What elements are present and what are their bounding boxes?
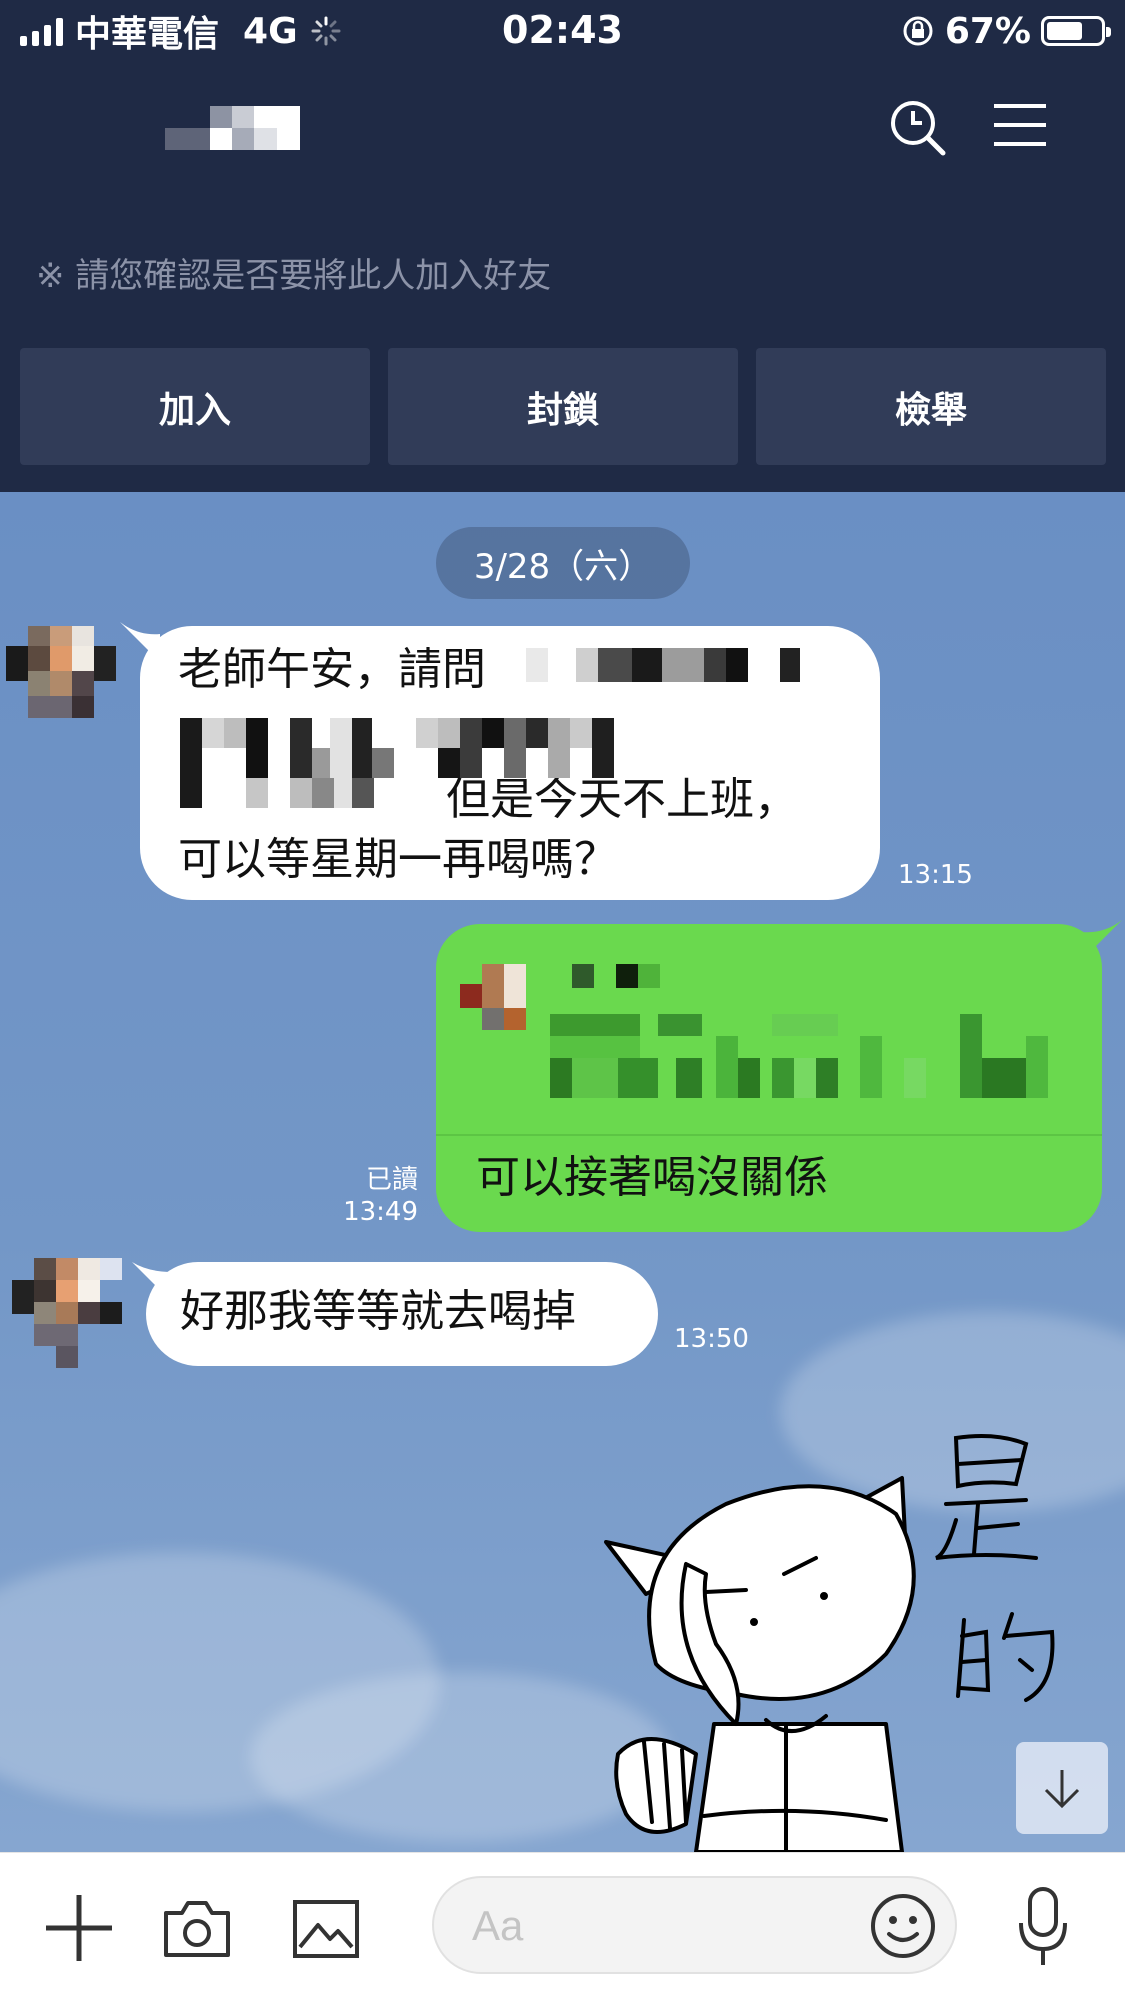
- message-time: 13:49: [343, 1197, 418, 1227]
- incoming-message[interactable]: 好那我等等就去喝掉: [132, 1262, 658, 1366]
- search-icon[interactable]: [888, 98, 948, 158]
- raccoon-sticker[interactable]: 是: [586, 1424, 1086, 1852]
- status-bar: 中華電信 4G 02:43 67%: [0, 0, 1125, 62]
- microphone-icon[interactable]: [1016, 1885, 1070, 1969]
- rotation-lock-icon: [903, 16, 933, 46]
- add-friend-button[interactable]: 加入: [20, 348, 370, 465]
- date-separator: 3/28（六）: [436, 527, 690, 599]
- camera-icon[interactable]: [162, 1897, 232, 1959]
- read-label: 已讀: [365, 1165, 418, 1195]
- message-input[interactable]: [470, 1892, 834, 1960]
- emoji-icon[interactable]: [869, 1892, 937, 1960]
- bubble-tail: [132, 1262, 172, 1302]
- arrow-down-icon: [1044, 1770, 1080, 1809]
- message-time: 13:15: [898, 860, 973, 890]
- block-button[interactable]: 封鎖: [388, 348, 738, 465]
- message-input-bar: [0, 1852, 1125, 2002]
- outgoing-message[interactable]: 可以接著喝沒關係: [436, 920, 1122, 1232]
- message-time: 13:50: [674, 1324, 749, 1354]
- avatar[interactable]: [12, 1258, 122, 1368]
- message-input-container[interactable]: [432, 1876, 957, 1974]
- reply-quote-redacted: [436, 924, 1102, 1136]
- image-icon[interactable]: [292, 1899, 360, 1959]
- message-line: 但是今天不上班，: [446, 774, 798, 825]
- message-text: 可以接著喝沒關係: [476, 1152, 828, 1203]
- message-line: 可以等星期一再喝嗎？: [178, 834, 618, 885]
- read-receipt: 已讀 13:49: [330, 1164, 418, 1228]
- message-text: 好那我等等就去喝掉: [180, 1286, 576, 1337]
- plus-icon[interactable]: [44, 1893, 114, 1963]
- bubble-tail: [120, 622, 160, 662]
- menu-icon[interactable]: [992, 102, 1048, 148]
- add-friend-notice: ※ 請您確認是否要將此人加入好友: [36, 256, 552, 296]
- chat-area[interactable]: 3/28（六） 老師午安，請問 但是今天不上班， 可以等星期一再喝嗎？ 13:1…: [0, 492, 1125, 1852]
- contact-name-redacted[interactable]: [165, 106, 300, 150]
- sticker-text: [935, 1434, 1055, 1702]
- battery-percent: 67%: [944, 10, 1031, 52]
- chat-header: ※ 請您確認是否要將此人加入好友 加入 封鎖 檢舉: [0, 62, 1125, 492]
- avatar[interactable]: [6, 626, 116, 718]
- incoming-message[interactable]: 老師午安，請問 但是今天不上班， 可以等星期一再喝嗎？: [120, 622, 880, 900]
- battery-icon: [1041, 16, 1111, 46]
- scroll-to-bottom-button[interactable]: [1016, 1742, 1108, 1834]
- sticker-caption: 是: [586, 1424, 587, 1425]
- report-button[interactable]: 檢舉: [756, 348, 1106, 465]
